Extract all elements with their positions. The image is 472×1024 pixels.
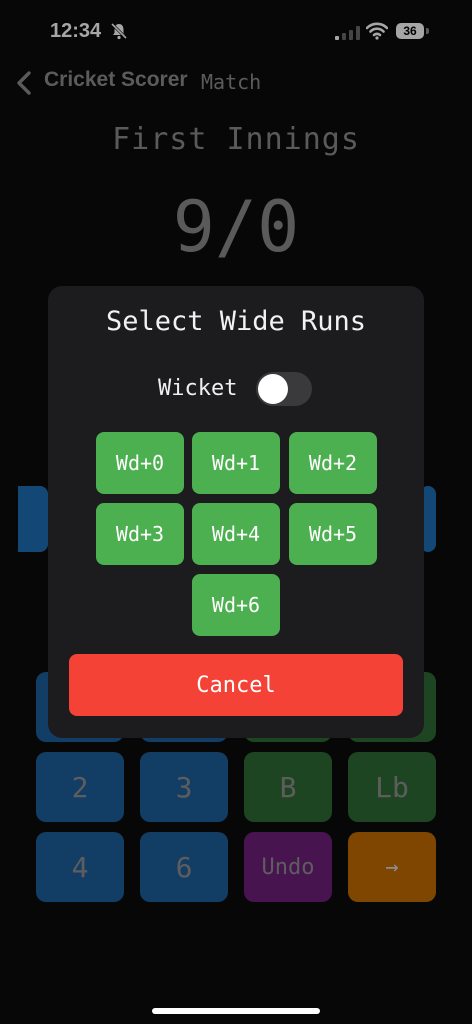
- modal-title: Select Wide Runs: [105, 306, 367, 337]
- wide-runs-modal: Select Wide Runs Wicket Wd+0 Wd+1 Wd+2 W…: [48, 286, 424, 738]
- wide-3-button[interactable]: Wd+3: [96, 503, 184, 565]
- screen: 12:34 36 Cricket Scorer Match First Inni: [0, 0, 472, 1024]
- toggle-knob: [258, 374, 288, 404]
- wide-1-button[interactable]: Wd+1: [192, 432, 280, 494]
- wide-5-button[interactable]: Wd+5: [289, 503, 377, 565]
- wicket-toggle[interactable]: [256, 372, 312, 406]
- wide-6-button[interactable]: Wd+6: [192, 574, 280, 636]
- cancel-button[interactable]: Cancel: [69, 654, 403, 716]
- wide-4-button[interactable]: Wd+4: [192, 503, 280, 565]
- wicket-label: Wicket: [158, 376, 238, 401]
- wide-2-button[interactable]: Wd+2: [289, 432, 377, 494]
- wide-0-button[interactable]: Wd+0: [96, 432, 184, 494]
- home-indicator[interactable]: [152, 1008, 320, 1014]
